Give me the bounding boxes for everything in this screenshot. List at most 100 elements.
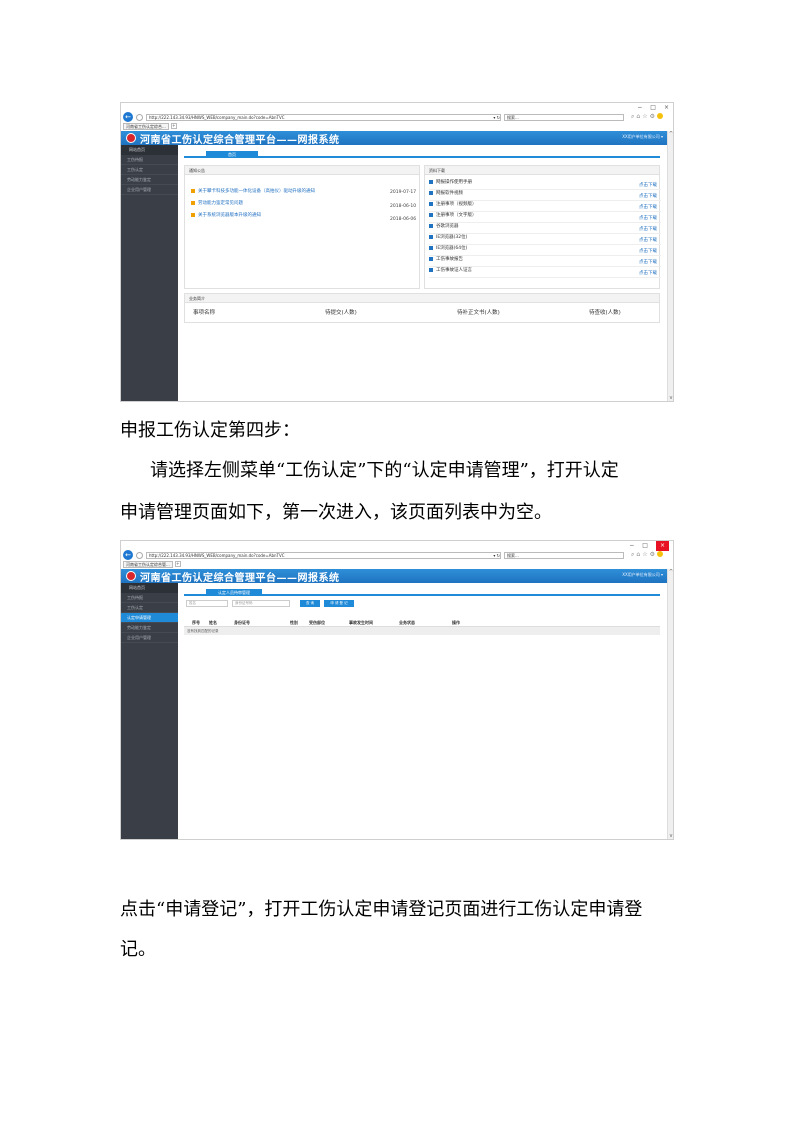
download-item: 注册事项（视频版） 点击下载	[429, 201, 661, 212]
scrollbar[interactable]: ^ v	[667, 131, 673, 401]
download-link[interactable]: 点击下载	[639, 270, 657, 276]
download-link[interactable]: 点击下载	[639, 248, 657, 254]
download-link[interactable]: 点击下载	[639, 204, 657, 210]
download-item: 注册事项（文字版） 点击下载	[429, 212, 661, 223]
notice-date: 2018-06-10	[390, 204, 417, 209]
download-item: 网报软件视频 点击下载	[429, 190, 661, 201]
scroll-down-icon[interactable]: v	[668, 833, 673, 839]
sidebar-item-user-management[interactable]: 企业用户管理	[121, 185, 178, 195]
empty-table-message: 没有找到匹配的记录	[184, 627, 660, 635]
browser-tab[interactable]: 河南省工伤认定综合...	[123, 122, 169, 130]
star-icon[interactable]: ☆	[642, 113, 647, 121]
address-bar: ← http://222.143.34.93/HNWS_WEB/company_…	[121, 550, 673, 560]
search-icon[interactable]: ⌕	[631, 113, 634, 121]
table-header: 序号 姓名 身份证号 性别 受伤部位 事故发生时间 业务状态 操作	[184, 618, 660, 627]
sidebar: 网站首页 工伤待报 工伤认定 劳动能力鉴定 企业用户管理	[121, 145, 178, 401]
sidebar-item-application-management[interactable]: 认定申请管理	[121, 613, 178, 623]
app-header: 河南省工伤认定综合管理平台——网报系统 XX用户单位有限公司 ▾	[121, 131, 669, 146]
column-header: 业务状态	[399, 620, 415, 625]
notice-panel-title: 通知公告	[185, 166, 419, 175]
sidebar-item-disability-appraisal[interactable]: 劳动能力鉴定	[121, 623, 178, 633]
download-link[interactable]: 点击下载	[639, 215, 657, 221]
stats-column-header: 待补正文书(人数)	[457, 310, 500, 316]
gear-icon[interactable]: ⚙	[650, 551, 655, 559]
sidebar-item-home[interactable]: 网站首页	[121, 145, 178, 155]
download-item: 工伤事故证人证言 点击下载	[429, 267, 661, 278]
browser-tab[interactable]: 河南省工伤认定综合管...	[123, 560, 173, 568]
column-header: 姓名	[209, 620, 217, 625]
notice-link[interactable]: 关于攀卡科技多功能一体化设备（高拍仪）驱动升级的通知	[191, 188, 315, 194]
sidebar-item-pending[interactable]: 工伤待报	[121, 155, 178, 165]
back-arrow-icon[interactable]: ←	[123, 112, 133, 122]
sidebar: 网站首页 工伤待报 工伤认定 认定申请管理 劳动能力鉴定 企业用户管理	[121, 583, 178, 839]
download-panel-title: 资料下载	[425, 166, 659, 175]
notice-date: 2018-06-06	[390, 217, 417, 222]
browser-search-input[interactable]: 搜索...	[504, 551, 624, 559]
download-link[interactable]: 点击下载	[639, 226, 657, 232]
content-tabbar: 首页	[184, 151, 660, 158]
download-item: IE浏览器(64位) 点击下载	[429, 245, 661, 256]
column-header: 性别	[290, 620, 298, 625]
notice-link[interactable]: 劳动能力鉴定常见问题	[191, 200, 243, 206]
download-item: 工伤事故报告 点击下载	[429, 256, 661, 267]
paragraph-line: 记。	[120, 939, 156, 960]
apply-register-button[interactable]: 申 请 登 记	[324, 600, 354, 607]
download-link[interactable]: 点击下载	[639, 193, 657, 199]
column-header: 身份证号	[234, 620, 250, 625]
new-tab-button[interactable]: +	[170, 123, 177, 129]
smiley-icon[interactable]	[656, 551, 663, 557]
column-header: 受伤部位	[309, 620, 325, 625]
back-arrow-icon[interactable]: ←	[123, 550, 133, 560]
id-number-input[interactable]: 身份证号码	[232, 600, 290, 607]
notice-link[interactable]: 关于系统浏览器版本升级的通知	[191, 212, 261, 218]
user-menu[interactable]: XX用户单位有限公司 ▾	[622, 572, 663, 578]
gear-icon[interactable]: ⚙	[650, 113, 655, 121]
paragraph-line: 点击“申请登记”，打开工伤认定申请登记页面进行工伤认定申请登	[120, 899, 643, 920]
forward-arrow-icon[interactable]	[136, 551, 143, 559]
download-panel: 资料下载 网报操作使用手册 点击下载 网报软件视频 点击下载 注册事项（视频版） 点击…	[424, 165, 661, 289]
scroll-up-icon[interactable]: ^	[668, 569, 673, 575]
column-header: 序号	[192, 620, 200, 625]
address-bar: ← http://222.143.34.93/HNWS_WEB/company_…	[121, 112, 673, 122]
url-input[interactable]: http://222.143.34.93/HNWS_WEB/company_ma…	[146, 551, 501, 559]
url-input[interactable]: http://222.143.34.93/HNWS_WEB/company_ma…	[146, 113, 501, 121]
scroll-up-icon[interactable]: ^	[668, 131, 673, 137]
name-input[interactable]: 姓名	[186, 600, 228, 607]
sidebar-item-home[interactable]: 网站首页	[121, 583, 178, 593]
star-icon[interactable]: ☆	[642, 551, 647, 559]
forward-arrow-icon[interactable]	[136, 113, 143, 121]
tab-application-management[interactable]: 认定人员待审管理	[206, 589, 262, 596]
notice-panel: 通知公告 关于攀卡科技多功能一体化设备（高拍仪）驱动升级的通知 2019-07-…	[184, 165, 420, 289]
user-menu[interactable]: XX用户单位有限公司 ▾	[622, 134, 663, 140]
main-content: 认定人员待审管理 姓名 身份证号码 查 询 申 请 登 记 序号 姓名 身份证号…	[178, 583, 663, 839]
sidebar-item-injury-recognition[interactable]: 工伤认定	[121, 165, 178, 175]
smiley-icon[interactable]	[656, 113, 663, 119]
sidebar-item-injury-recognition[interactable]: 工伤认定	[121, 603, 178, 613]
paragraph-line: 申请管理页面如下，第一次进入，该页面列表中为空。	[120, 502, 552, 523]
sidebar-item-user-management[interactable]: 企业用户管理	[121, 633, 178, 643]
query-button[interactable]: 查 询	[300, 600, 320, 607]
column-header: 事故发生时间	[349, 620, 373, 625]
home-icon[interactable]: ⌂	[636, 551, 640, 559]
screenshot-application-management: − □ × ← http://222.143.34.93/HNWS_WEB/co…	[120, 540, 674, 840]
app-title: 河南省工伤认定综合管理平台——网报系统	[140, 572, 340, 584]
sidebar-item-pending[interactable]: 工伤待报	[121, 593, 178, 603]
download-link[interactable]: 点击下载	[639, 259, 657, 265]
browser-tabbar: 河南省工伤认定综合... +	[121, 122, 673, 130]
sidebar-item-disability-appraisal[interactable]: 劳动能力鉴定	[121, 175, 178, 185]
business-stats-panel: 业务简介 事项名称 待提交(人数) 待补正文书(人数) 待查收(人数)	[184, 293, 660, 323]
download-item: 网报操作使用手册 点击下载	[429, 179, 661, 190]
screenshot-home-page: − □ × ← http://222.143.34.93/HNWS_WEB/co…	[120, 102, 674, 402]
home-icon[interactable]: ⌂	[636, 113, 640, 121]
app-header: 河南省工伤认定综合管理平台——网报系统 XX用户单位有限公司 ▾	[121, 569, 669, 584]
tab-home[interactable]: 首页	[206, 151, 258, 158]
new-tab-button[interactable]: +	[174, 561, 181, 567]
search-icon[interactable]: ⌕	[631, 551, 634, 559]
download-link[interactable]: 点击下载	[639, 182, 657, 188]
browser-search-input[interactable]: 搜索...	[504, 113, 624, 121]
scrollbar[interactable]: ^ v	[667, 569, 673, 839]
content-tabbar: 认定人员待审管理	[184, 589, 660, 596]
stats-panel-title: 业务简介	[185, 294, 659, 303]
scroll-down-icon[interactable]: v	[668, 395, 673, 401]
download-link[interactable]: 点击下载	[639, 237, 657, 243]
